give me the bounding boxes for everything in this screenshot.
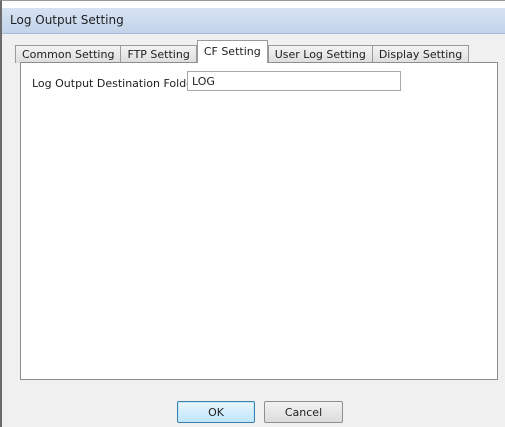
cf-setting-panel: Log Output Destination Folder: [20, 62, 498, 380]
destination-folder-input[interactable]: [187, 71, 401, 91]
tab-cf-setting[interactable]: CF Setting: [196, 40, 268, 63]
destination-folder-label: Log Output Destination Folder: [32, 77, 198, 90]
title-bar[interactable]: Log Output Setting: [2, 8, 505, 34]
log-output-setting-dialog: Log Output Setting Common Setting FTP Se…: [0, 0, 505, 427]
dialog-title: Log Output Setting: [10, 13, 124, 27]
tab-display-setting[interactable]: Display Setting: [371, 45, 470, 63]
tab-ftp-setting[interactable]: FTP Setting: [120, 45, 197, 63]
tab-common-setting[interactable]: Common Setting: [15, 45, 122, 63]
tab-strip: Common Setting FTP Setting CF Setting Us…: [15, 40, 470, 63]
tab-user-log-setting[interactable]: User Log Setting: [267, 45, 373, 63]
cancel-button[interactable]: Cancel: [264, 401, 343, 423]
ok-button[interactable]: OK: [177, 401, 255, 423]
window-top-edge: [2, 1, 505, 8]
